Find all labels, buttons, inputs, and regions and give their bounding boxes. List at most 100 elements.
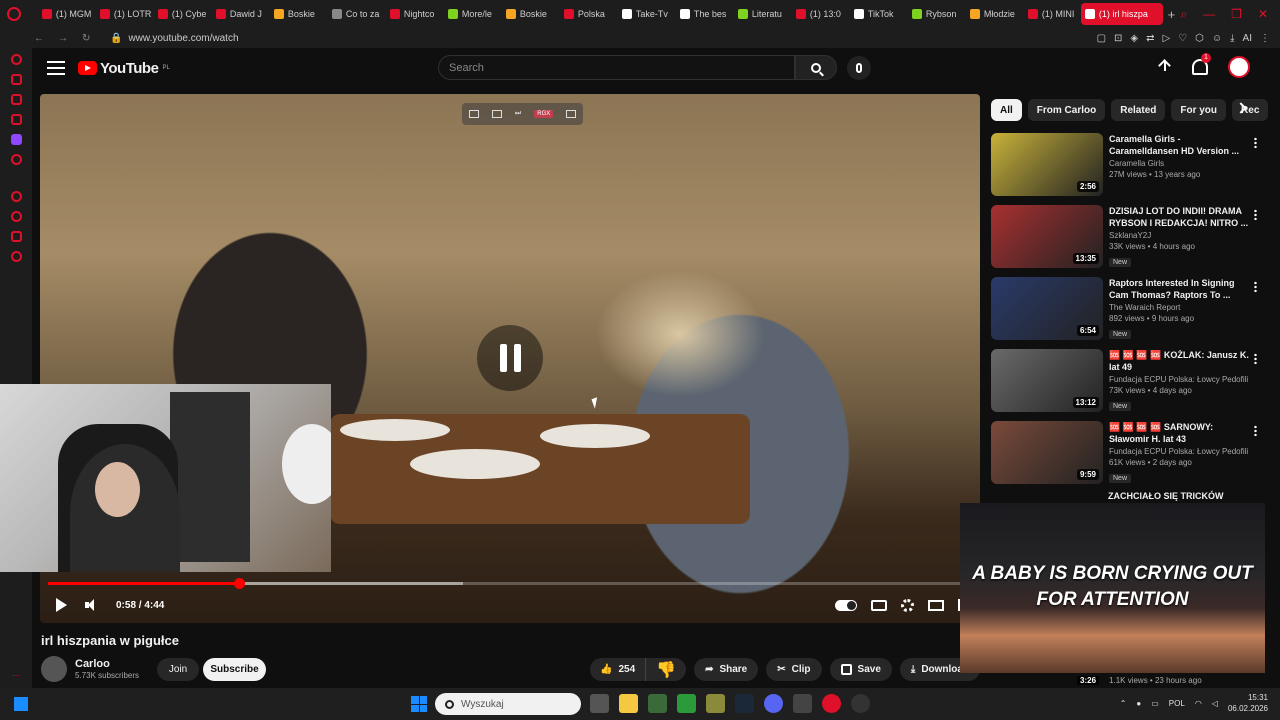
player-icon[interactable] bbox=[10, 191, 22, 202]
taskbar-search[interactable]: Wyszukaj bbox=[435, 693, 581, 715]
volume-icon[interactable] bbox=[85, 598, 99, 612]
upload-icon[interactable] bbox=[1158, 59, 1172, 75]
task-view-icon[interactable] bbox=[590, 694, 609, 713]
forward-icon[interactable]: → bbox=[58, 33, 68, 44]
twitch-icon[interactable] bbox=[10, 134, 22, 145]
speaker-icon[interactable]: ◁ bbox=[1212, 699, 1218, 708]
recommendation-item[interactable]: 2:56 Caramella Girls - Caramelldansen HD … bbox=[991, 133, 1263, 197]
rec-channel[interactable]: Caramella Girls bbox=[1109, 159, 1249, 168]
more-options-icon[interactable] bbox=[1254, 425, 1257, 436]
tab-active[interactable]: (1) irl hiszpa bbox=[1080, 3, 1163, 25]
profile-icon[interactable]: ☺ bbox=[1212, 33, 1222, 44]
close-button[interactable]: ✕ bbox=[1258, 7, 1268, 22]
join-button[interactable]: Join bbox=[157, 658, 199, 681]
progress-scrubber[interactable] bbox=[233, 578, 245, 589]
recommendation-item[interactable]: 13:12 🆘 🆘 🆘 🆘 KOŻLAK: Janusz K. lat 49 Fun… bbox=[991, 349, 1263, 413]
channel-name[interactable]: Carloo bbox=[75, 658, 139, 670]
search-tabs-icon[interactable]: ⌕ bbox=[1180, 7, 1187, 22]
news-icon[interactable] bbox=[10, 114, 22, 125]
rec-title[interactable]: 🆘 🆘 🆘 🆘 KOŻLAK: Janusz K. lat 49 bbox=[1109, 349, 1249, 373]
screen-icon[interactable] bbox=[566, 110, 577, 118]
filter-chip[interactable]: For you bbox=[1171, 99, 1227, 121]
rec-thumbnail[interactable]: 6:54 bbox=[991, 277, 1103, 340]
browser-tab[interactable]: More/le bbox=[444, 3, 501, 25]
autoplay-toggle[interactable] bbox=[835, 599, 857, 611]
rec-title[interactable]: Raptors Interested In Signing Cam Thomas… bbox=[1109, 277, 1249, 301]
heart-icon[interactable]: ♡ bbox=[1178, 33, 1187, 44]
account-avatar[interactable] bbox=[1228, 56, 1250, 78]
more-options-icon[interactable] bbox=[1254, 209, 1257, 220]
downloads-icon[interactable]: ⤓ bbox=[1230, 33, 1234, 44]
settings-taskbar-icon[interactable] bbox=[851, 694, 870, 713]
filter-chip[interactable]: All bbox=[991, 99, 1022, 121]
browser-tab[interactable]: Take-Tv bbox=[618, 3, 675, 25]
reload-icon[interactable]: ↻ bbox=[82, 33, 90, 44]
more-options-icon[interactable] bbox=[1254, 281, 1257, 292]
channel-avatar[interactable] bbox=[41, 656, 67, 682]
browser-tab[interactable]: (1) MINI bbox=[1024, 3, 1081, 25]
rgx-badge[interactable]: RGX bbox=[534, 110, 554, 118]
browser-tab[interactable]: (1) MGM bbox=[38, 3, 95, 25]
ai-icon[interactable]: AI bbox=[1243, 33, 1252, 44]
minimize-button[interactable]: — bbox=[1203, 7, 1215, 22]
progress-bar[interactable] bbox=[48, 578, 970, 589]
bookmark-icon[interactable]: ▢ bbox=[1097, 33, 1106, 44]
filter-chip[interactable]: Related bbox=[1111, 99, 1166, 121]
recommendation-item[interactable]: 13:35 DZISIAJ LOT DO INDII! DRAMA RYBSON … bbox=[991, 205, 1263, 269]
play-icon[interactable] bbox=[56, 598, 67, 612]
rec-thumbnail[interactable]: 13:12 bbox=[991, 349, 1103, 412]
browser-tab[interactable]: (1) LOTR bbox=[96, 3, 153, 25]
opera-gx-icon[interactable] bbox=[822, 694, 841, 713]
sidebar-more-icon[interactable]: ⋯ bbox=[12, 671, 20, 688]
browser-tab[interactable]: Polska bbox=[560, 3, 617, 25]
new-tab-button[interactable]: + bbox=[1163, 7, 1181, 22]
play-icon[interactable]: ▷ bbox=[1163, 33, 1171, 44]
captions-icon[interactable] bbox=[871, 599, 887, 611]
clock-icon[interactable] bbox=[10, 211, 22, 222]
menu-icon[interactable]: ⋮ bbox=[1260, 33, 1270, 44]
dislike-button[interactable]: 👎 bbox=[646, 658, 686, 681]
notes-icon[interactable] bbox=[706, 694, 725, 713]
last-rec-row[interactable]: 3:26 1.1K views • 23 hours ago bbox=[1019, 673, 1259, 688]
recommendation-item[interactable]: 9:59 🆘 🆘 🆘 🆘 SARNOWY: Sławomir H. lat 43 F… bbox=[991, 421, 1263, 485]
clip-button[interactable]: ✂ Clip bbox=[766, 658, 822, 681]
youtube-logo[interactable]: YouTube PL bbox=[78, 60, 170, 77]
rec-channel[interactable]: Fundacja ECPU Polska: Łowcy Pedofili bbox=[1109, 375, 1249, 384]
browser-tab[interactable]: Boskie bbox=[502, 3, 559, 25]
windows-start-icon[interactable] bbox=[411, 696, 427, 712]
browser-tab[interactable]: Młodzie bbox=[966, 3, 1023, 25]
rec-title[interactable]: Caramella Girls - Caramelldansen HD Vers… bbox=[1109, 133, 1249, 157]
rec-title[interactable]: DZISIAJ LOT DO INDII! DRAMA RYBSON I RED… bbox=[1109, 205, 1249, 229]
subscribe-button[interactable]: Subscribe bbox=[203, 658, 266, 681]
shield-icon[interactable]: ◈ bbox=[1130, 33, 1138, 44]
theater-mode-icon[interactable] bbox=[928, 599, 944, 611]
wifi-icon[interactable]: ◠ bbox=[1195, 699, 1202, 708]
android-icon[interactable] bbox=[677, 694, 696, 713]
skip-icon[interactable]: ⏭ bbox=[515, 110, 521, 118]
notifications-bell-icon[interactable]: 1 bbox=[1192, 53, 1211, 75]
url-field[interactable]: www.youtube.com/watch bbox=[128, 33, 238, 44]
tray-app-icon[interactable]: ● bbox=[1136, 699, 1141, 708]
settings-gear-icon[interactable] bbox=[901, 598, 914, 612]
settings-icon[interactable] bbox=[10, 251, 22, 262]
file-explorer-icon[interactable] bbox=[619, 694, 638, 713]
browser-tab[interactable]: TikTok bbox=[850, 3, 907, 25]
browser-tab[interactable]: Dawid J bbox=[212, 3, 269, 25]
language-indicator[interactable]: POL bbox=[1169, 699, 1185, 708]
screenshot-icon[interactable]: ⊡ bbox=[1114, 33, 1122, 44]
miniplayer[interactable]: A BABY IS BORN CRYING OUT FOR ATTENTION bbox=[960, 503, 1265, 673]
app-grid-icon[interactable] bbox=[793, 694, 812, 713]
search-button[interactable] bbox=[795, 55, 837, 80]
translate-icon[interactable]: ⇄ bbox=[1146, 33, 1154, 44]
extensions-icon[interactable]: ⬡ bbox=[1195, 33, 1204, 44]
maximize-button[interactable]: ❐ bbox=[1231, 7, 1242, 22]
browser-tab[interactable]: Nightco bbox=[386, 3, 443, 25]
search-input[interactable] bbox=[438, 55, 795, 80]
browser-tab[interactable]: (1) Cybe bbox=[154, 3, 211, 25]
rec-channel[interactable]: The Waraich Report bbox=[1109, 303, 1249, 312]
clock[interactable]: 15:31 06.02.2026 bbox=[1228, 692, 1268, 714]
browser-tab[interactable]: Boskie bbox=[270, 3, 327, 25]
browser-logo-icon[interactable] bbox=[0, 0, 28, 28]
filter-chip[interactable]: From Carloo bbox=[1027, 99, 1106, 121]
browser-tab[interactable]: Rybson bbox=[908, 3, 965, 25]
